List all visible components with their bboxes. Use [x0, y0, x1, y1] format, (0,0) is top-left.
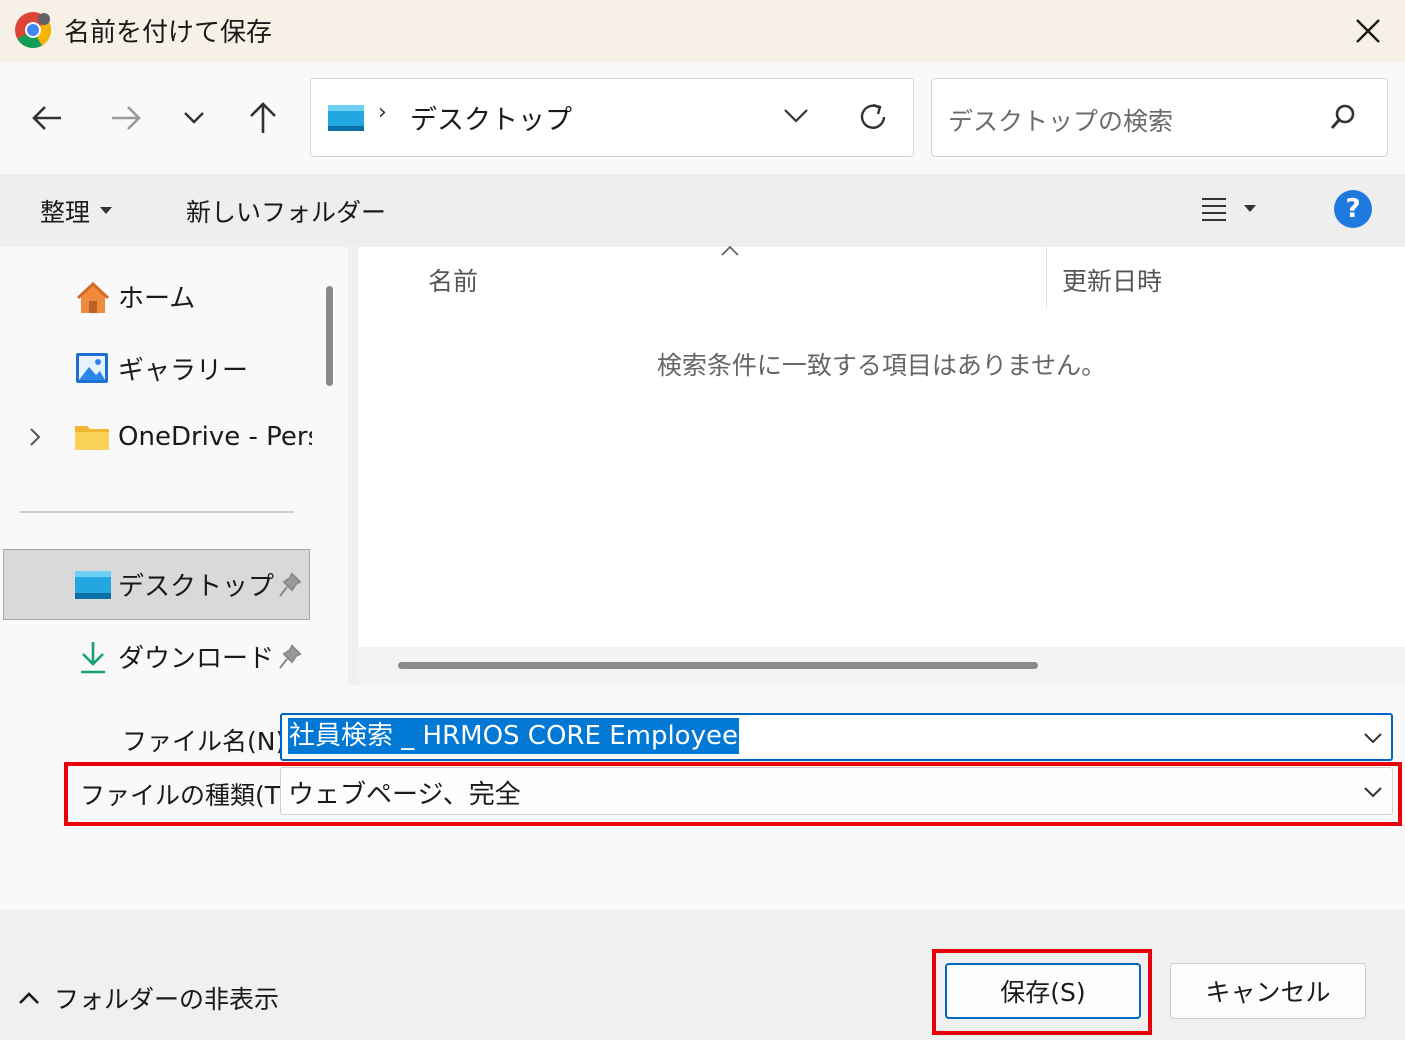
breadcrumb-location[interactable]: デスクトップ [410, 98, 572, 137]
nav-divider [20, 511, 294, 513]
folder-icon [75, 426, 109, 450]
chevron-right-icon[interactable] [28, 426, 42, 448]
breadcrumb-separator: › [378, 100, 387, 125]
nav-item-desktop[interactable]: デスクトップ [74, 566, 310, 603]
close-button[interactable] [1340, 8, 1396, 54]
nav-item-label: ギャラリー [118, 355, 249, 386]
pin-icon[interactable] [278, 644, 302, 670]
nav-item-label: ダウンロード [118, 644, 275, 674]
nav-item-home[interactable]: ホーム [74, 278, 195, 315]
filename-dropdown-button[interactable] [1356, 722, 1390, 754]
desktop-folder-icon [327, 104, 365, 132]
arrow-left-icon [32, 106, 61, 130]
view-options-button[interactable] [1200, 189, 1280, 229]
nav-item-label: デスクトップ [118, 572, 275, 602]
chrome-icon [14, 11, 52, 49]
close-icon [1356, 19, 1380, 43]
column-divider[interactable] [1046, 247, 1047, 309]
gallery-icon [76, 353, 108, 383]
refresh-icon [860, 103, 886, 129]
chevron-down-icon [1364, 733, 1382, 744]
file-list[interactable] [358, 247, 1405, 647]
nav-item-label: ホーム [118, 284, 196, 314]
help-button[interactable]: ? [1334, 190, 1372, 228]
pane-splitter[interactable] [348, 247, 358, 685]
desktop-folder-icon [75, 570, 111, 599]
back-button[interactable] [19, 90, 75, 146]
hide-folders-label: フォルダーの非表示 [54, 985, 280, 1014]
nav-item-gallery[interactable]: ギャラリー [74, 349, 248, 387]
nav-scrollbar-thumb[interactable] [326, 286, 333, 386]
column-header-name[interactable]: 名前 [428, 262, 478, 298]
caret-down-icon [100, 207, 113, 214]
download-icon [81, 641, 105, 673]
nav-item-onedrive[interactable]: OneDrive - Perso [28, 422, 337, 452]
filename-value[interactable]: 社員検索 _ HRMOS CORE Employee [288, 718, 739, 754]
refresh-button[interactable] [848, 94, 898, 140]
up-button[interactable] [235, 90, 291, 146]
nav-item-label: OneDrive - Perso [118, 422, 338, 452]
search-icon[interactable] [1326, 100, 1360, 134]
search-input[interactable]: デスクトップの検索 [948, 102, 1173, 138]
arrow-up-icon [250, 102, 276, 133]
horizontal-scrollbar-thumb[interactable] [398, 662, 1038, 669]
list-view-icon [1202, 198, 1226, 221]
help-icon: ? [1345, 194, 1361, 224]
address-dropdown-button[interactable] [776, 96, 816, 136]
recent-locations-button[interactable] [166, 90, 222, 146]
pin-icon[interactable] [278, 572, 302, 598]
caret-down-icon [1244, 205, 1256, 212]
chevron-down-icon [184, 112, 204, 124]
address-bar[interactable] [310, 78, 914, 157]
new-folder-button[interactable]: 新しいフォルダー [186, 193, 386, 229]
column-header-date-modified[interactable]: 更新日時 [1062, 262, 1162, 298]
arrow-right-icon [112, 106, 141, 130]
organize-label: 整理 [40, 198, 91, 227]
forward-button[interactable] [98, 90, 154, 146]
cancel-button[interactable]: キャンセル [1170, 963, 1366, 1019]
filetype-annotation-box [64, 762, 1402, 826]
chevron-down-icon [784, 109, 808, 123]
empty-list-message: 検索条件に一致する項目はありません。 [656, 351, 1107, 380]
chevron-up-icon [19, 992, 39, 1004]
window-title: 名前を付けて保存 [64, 18, 273, 48]
sort-ascending-icon [720, 243, 740, 259]
hide-folders-button[interactable]: フォルダーの非表示 [18, 980, 279, 1016]
home-icon [77, 281, 109, 313]
nav-item-downloads[interactable]: ダウンロード [78, 638, 310, 675]
organize-button[interactable]: 整理 [40, 193, 113, 229]
filename-label: ファイル名(N): [122, 727, 294, 756]
save-button[interactable]: 保存(S) [945, 963, 1141, 1019]
